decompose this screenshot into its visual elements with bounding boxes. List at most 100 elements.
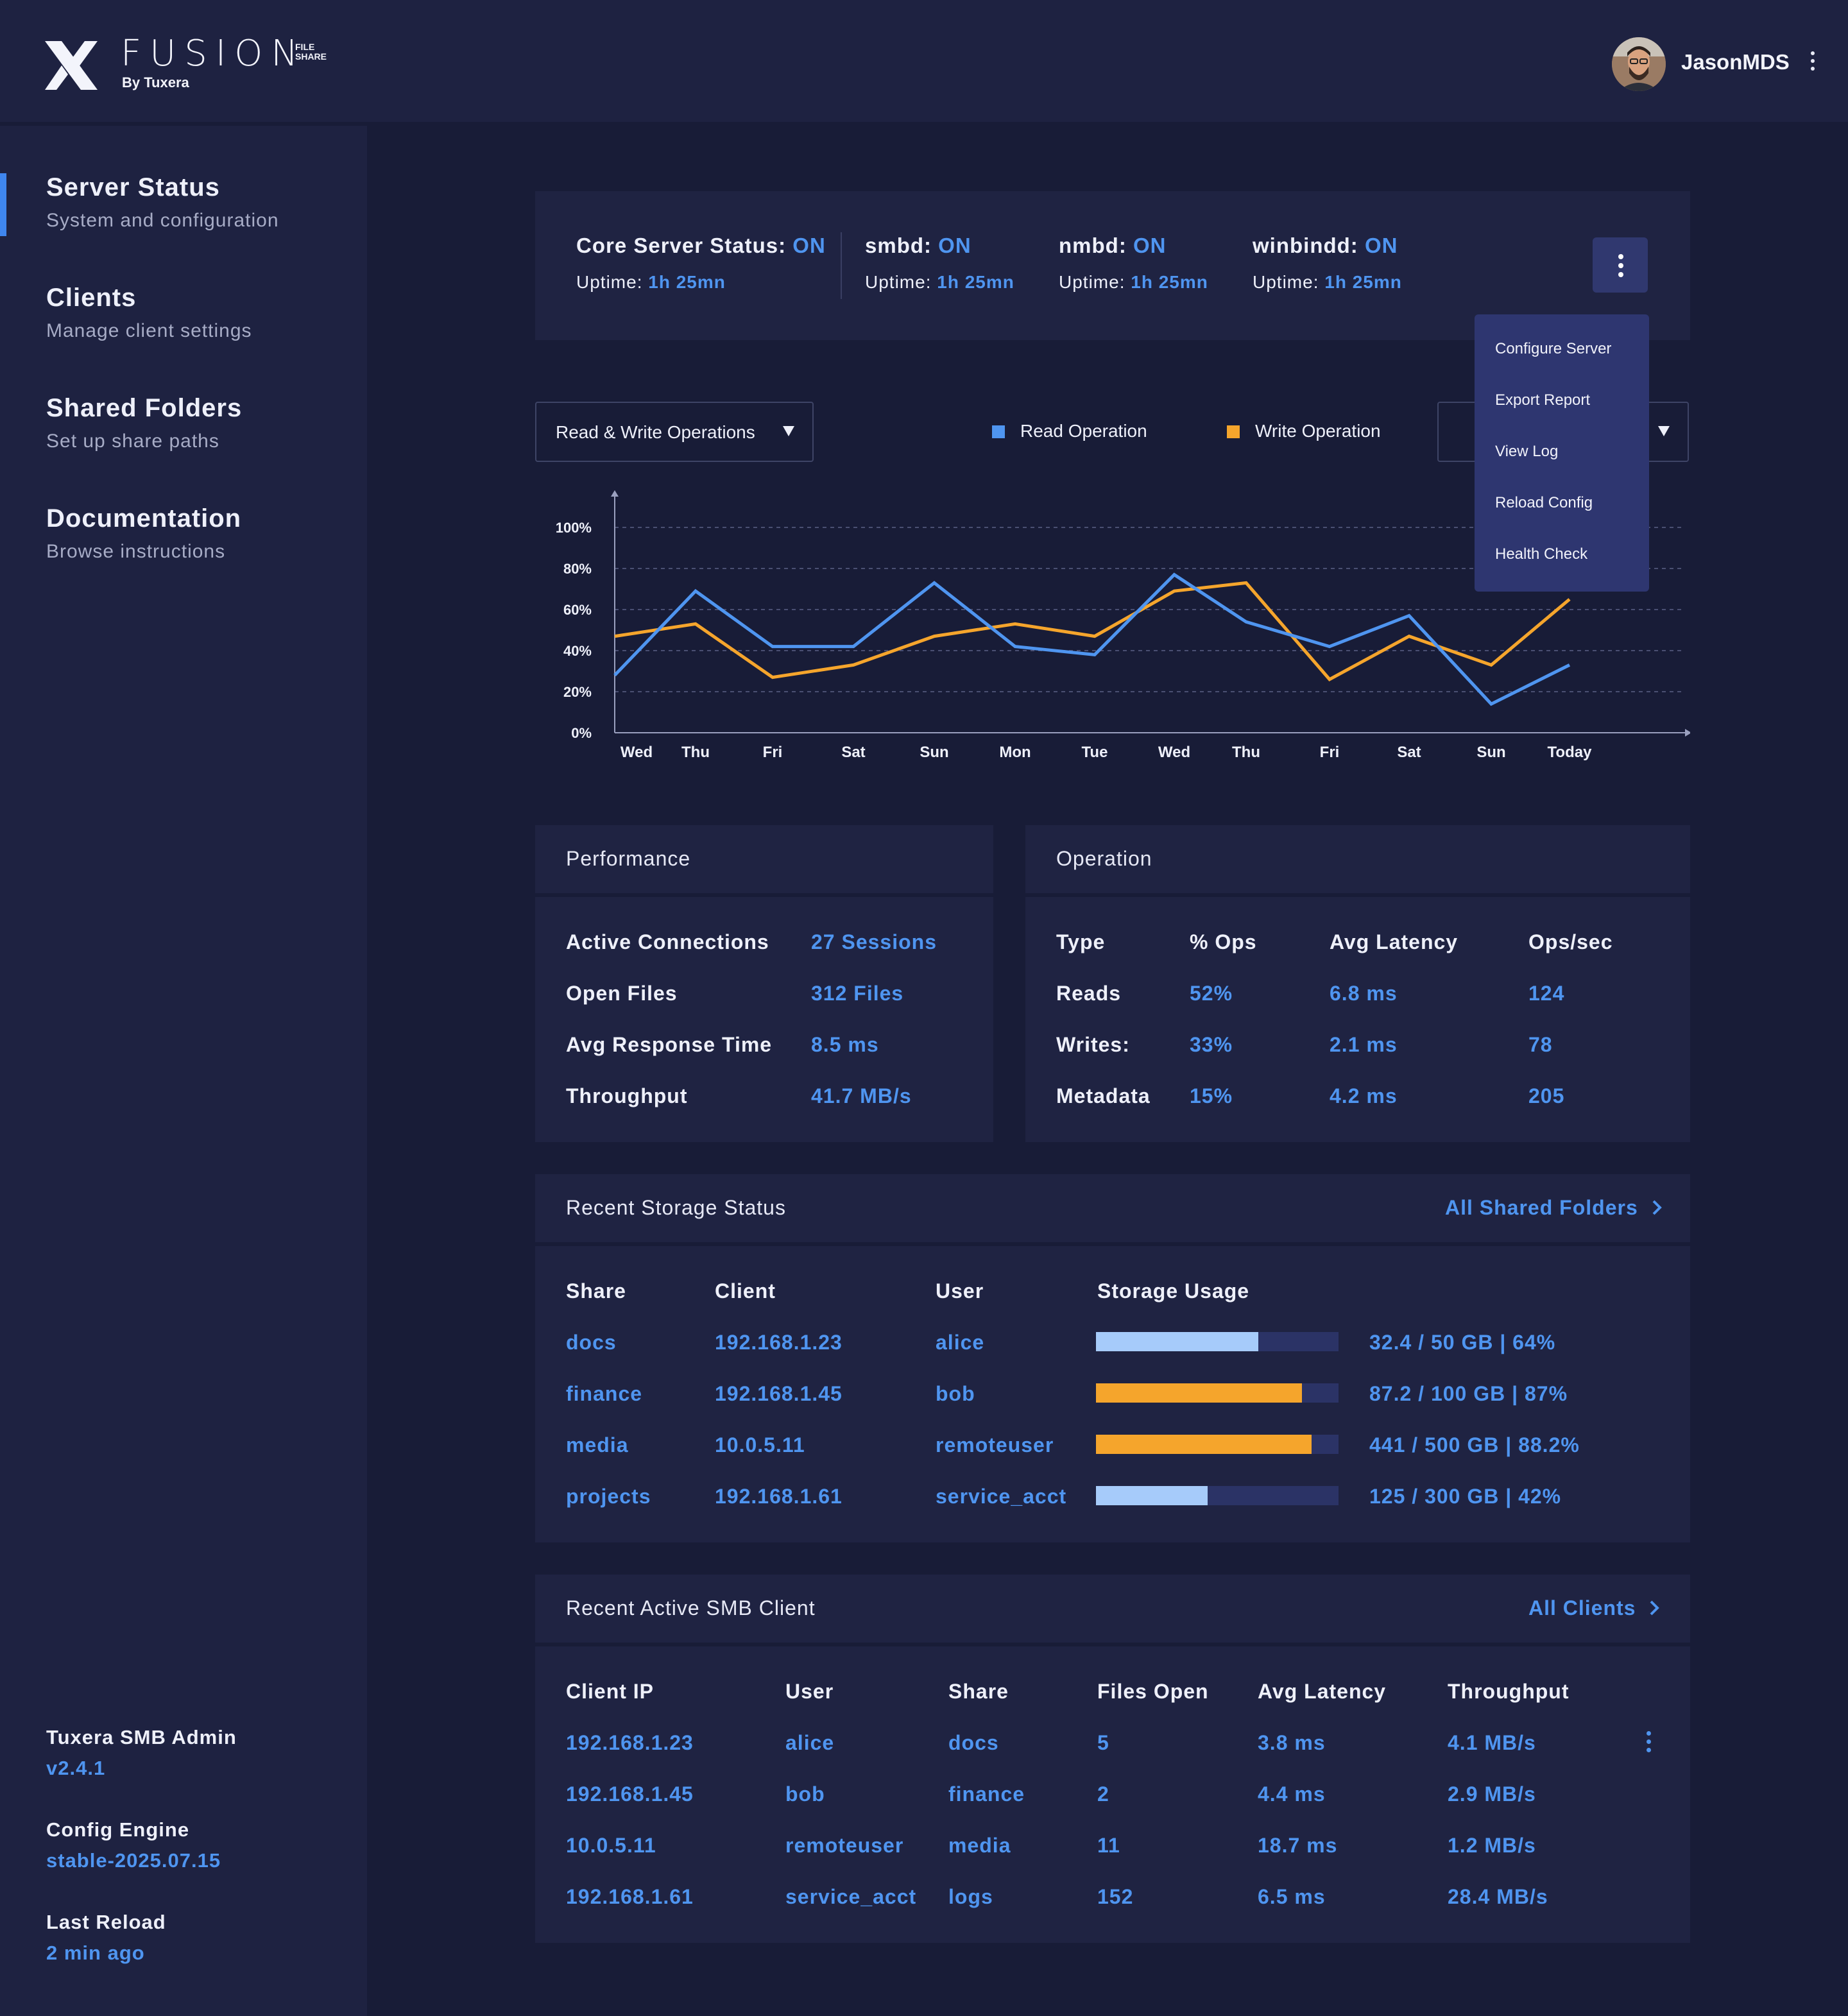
throughput: 4.1 MB/s [1448, 1731, 1536, 1754]
y-tick-label: 80% [563, 561, 592, 577]
uptime-value: 1h 25mn [1324, 272, 1402, 292]
sidebar-item-shared-folders[interactable]: Shared Folders Set up share paths [46, 394, 242, 452]
user-link[interactable]: alice [936, 1331, 984, 1354]
sidebar-item-clients[interactable]: Clients Manage client settings [46, 284, 252, 342]
column-header: Share [566, 1279, 626, 1303]
status-label: smbd: [865, 234, 932, 257]
column-header: User [936, 1279, 984, 1303]
series-line-read-operation [613, 572, 1571, 706]
user-link[interactable]: service_acct [785, 1885, 916, 1909]
user-link[interactable]: bob [936, 1382, 975, 1406]
x-tick-label: Fri [763, 744, 783, 761]
link-label: All Shared Folders [1445, 1196, 1638, 1219]
share-link[interactable]: logs [948, 1885, 993, 1909]
user-link[interactable]: alice [785, 1731, 834, 1755]
menu-item-configure-server[interactable]: Configure Server [1495, 340, 1611, 358]
client-link[interactable]: 192.168.1.61 [715, 1485, 843, 1508]
y-tick-label: 40% [563, 643, 592, 659]
metric-label: Open Files [566, 982, 678, 1005]
all-clients-link[interactable]: All Clients [1528, 1596, 1661, 1620]
op-percent: 15% [1190, 1084, 1233, 1107]
nav-title: Server Status [46, 173, 220, 201]
sidebar-item-server-status[interactable]: Server Status System and configuration [46, 173, 279, 232]
share-link[interactable]: media [948, 1834, 1011, 1858]
usage-fill [1096, 1435, 1312, 1454]
username[interactable]: JasonMDS [1681, 50, 1790, 74]
client-link[interactable]: 192.168.1.23 [715, 1331, 843, 1354]
app-version-info: Tuxera SMB Admin v2.4.1 [46, 1726, 237, 1780]
config-engine-info: Config Engine stable-2025.07.15 [46, 1818, 221, 1872]
share-link[interactable]: projects [566, 1485, 651, 1508]
share-link[interactable]: docs [566, 1331, 617, 1354]
op-percent: 33% [1190, 1033, 1233, 1056]
user-link[interactable]: remoteuser [936, 1433, 1054, 1457]
client-ip-link[interactable]: 10.0.5.11 [566, 1834, 656, 1858]
client-ip-link[interactable]: 192.168.1.61 [566, 1885, 694, 1909]
avg-latency: 6.5 ms [1258, 1885, 1326, 1908]
status-smbd: smbd: ON Uptime: 1h 25mn [865, 234, 1014, 293]
panel-title: Performance [566, 847, 691, 870]
client-link[interactable]: 192.168.1.45 [715, 1382, 843, 1406]
uptime-label: Uptime: [576, 272, 643, 292]
share-link[interactable]: media [566, 1433, 628, 1457]
metric-label: Throughput [566, 1084, 688, 1107]
x-tick-label: Thu [681, 744, 710, 761]
brand-tag: FILE SHARE [295, 42, 327, 62]
legend-swatch [1227, 425, 1240, 438]
user-link[interactable]: remoteuser [785, 1834, 903, 1858]
server-actions-menu: Configure Server Export Report View Log … [1475, 314, 1649, 592]
metric-value: 312 Files [811, 982, 904, 1005]
menu-item-reload-config[interactable]: Reload Config [1495, 494, 1593, 512]
column-header: Client IP [566, 1680, 654, 1703]
user-link[interactable]: service_acct [936, 1485, 1066, 1508]
x-tick-label: Sun [920, 744, 948, 761]
share-link[interactable]: finance [948, 1782, 1025, 1806]
files-open: 2 [1097, 1782, 1109, 1806]
brand-subtitle: By Tuxera [122, 74, 189, 90]
status-label: nmbd: [1059, 234, 1127, 257]
nav-active-indicator [0, 173, 6, 236]
menu-item-view-log[interactable]: View Log [1495, 443, 1558, 461]
status-core-server: Core Server Status: ON Uptime: 1h 25mn [576, 234, 826, 293]
user-avatar[interactable] [1612, 37, 1666, 91]
uptime-label: Uptime: [865, 272, 932, 292]
y-axis-arrow [611, 490, 619, 497]
x-tick-label: Mon [999, 744, 1031, 761]
menu-item-health-check[interactable]: Health Check [1495, 545, 1587, 563]
client-ip-link[interactable]: 192.168.1.45 [566, 1782, 694, 1806]
client-ip-link[interactable]: 192.168.1.23 [566, 1731, 694, 1755]
usage-fill [1096, 1383, 1303, 1403]
status-state: ON [1364, 234, 1398, 257]
share-link[interactable]: docs [948, 1731, 999, 1755]
x-tick-label: Wed [1158, 744, 1190, 761]
legend-read: Read Operation [992, 421, 1147, 441]
divider [841, 232, 842, 299]
nav-title: Clients [46, 284, 137, 312]
menu-item-export-report[interactable]: Export Report [1495, 391, 1590, 409]
op-type: Reads [1056, 982, 1122, 1005]
nav-title: Shared Folders [46, 394, 243, 422]
share-link[interactable]: finance [566, 1382, 642, 1406]
status-nmbd: nmbd: ON Uptime: 1h 25mn [1059, 234, 1208, 293]
last-reload-info: Last Reload 2 min ago [46, 1911, 166, 1965]
user-menu-icon[interactable] [1810, 51, 1816, 74]
user-link[interactable]: bob [785, 1782, 825, 1806]
chart-metric-select[interactable]: Read & Write Operations [535, 402, 814, 462]
usage-text: 32.4 / 50 GB | 64% [1369, 1331, 1556, 1354]
client-link[interactable]: 10.0.5.11 [715, 1433, 805, 1457]
meta-value: stable-2025.07.15 [46, 1849, 221, 1872]
operation-header: Operation [1025, 825, 1690, 893]
y-tick-label: 0% [571, 725, 592, 741]
metric-value: 27 Sessions [811, 930, 937, 953]
meta-value: v2.4.1 [46, 1757, 106, 1779]
op-rate: 78 [1528, 1033, 1553, 1056]
metric-value: 8.5 ms [811, 1033, 879, 1056]
legend-label: Write Operation [1255, 421, 1381, 441]
server-actions-button[interactable] [1593, 237, 1648, 293]
column-header: % Ops [1190, 930, 1257, 953]
all-shared-folders-link[interactable]: All Shared Folders [1445, 1196, 1664, 1220]
row-actions-icon[interactable] [1645, 1731, 1652, 1757]
x-tick-label: Tue [1082, 744, 1108, 761]
column-header: Share [948, 1680, 1009, 1703]
sidebar-item-documentation[interactable]: Documentation Browse instructions [46, 504, 241, 563]
